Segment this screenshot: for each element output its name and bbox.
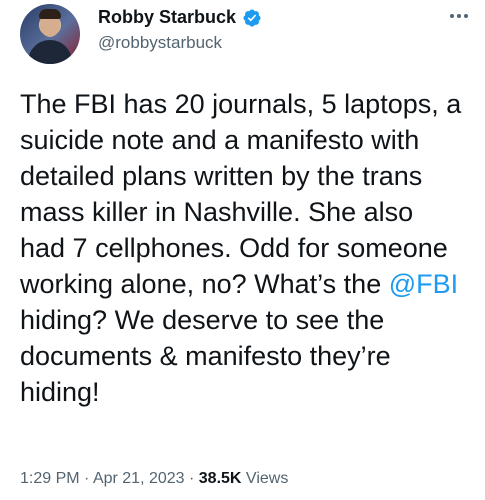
tweet-metadata: 1:29 PM · Apr 21, 2023 · 38.5K Views — [20, 470, 288, 488]
tweet-text-before: The FBI has 20 journals, 5 laptops, a su… — [20, 89, 469, 299]
more-options-icon[interactable] — [447, 6, 471, 26]
avatar[interactable] — [20, 4, 80, 64]
verified-badge-icon — [242, 8, 262, 28]
author-name-row: Robby Starbuck — [98, 7, 262, 28]
more-dot — [464, 14, 468, 18]
avatar-shirt — [28, 40, 72, 64]
avatar-hair — [39, 9, 61, 19]
author-display-name[interactable]: Robby Starbuck — [98, 7, 236, 28]
tweet-card: Robby Starbuck @robbystarbuck The FBI ha… — [0, 0, 485, 500]
mention-link[interactable]: @FBI — [389, 269, 458, 299]
author-handle[interactable]: @robbystarbuck — [98, 33, 222, 53]
views-count: 38.5K — [198, 470, 242, 487]
tweet-time[interactable]: 1:29 PM — [20, 470, 80, 487]
tweet-date[interactable]: Apr 21, 2023 — [93, 470, 185, 487]
views-label: Views — [241, 470, 289, 487]
tweet-text: The FBI has 20 journals, 5 laptops, a su… — [20, 86, 465, 410]
meta-separator: · — [79, 470, 93, 487]
more-dot — [457, 14, 461, 18]
more-dot — [450, 14, 454, 18]
meta-separator: · — [184, 470, 199, 487]
